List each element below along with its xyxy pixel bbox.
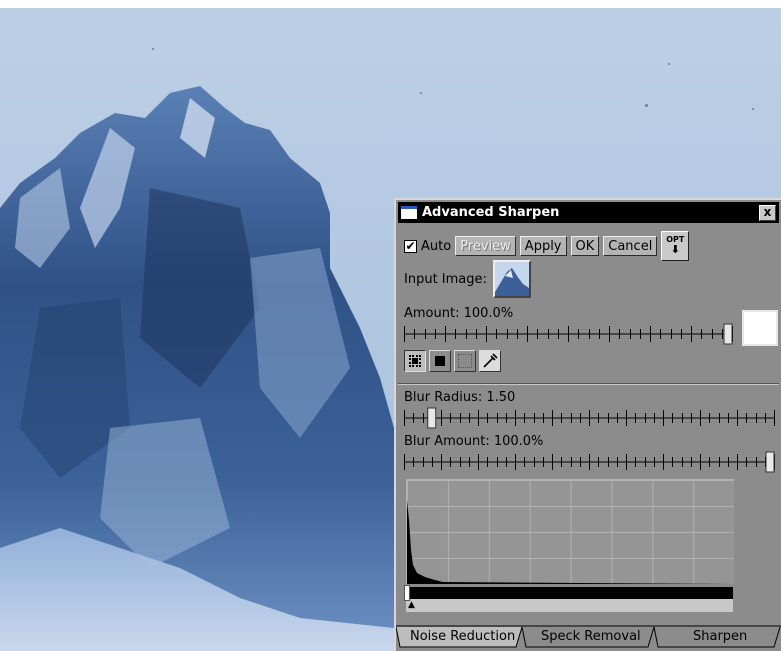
dialog-title: Advanced Sharpen: [422, 205, 560, 220]
level-bar-black: [406, 587, 733, 599]
histogram-curve: [407, 500, 734, 584]
eyedropper-icon: [483, 353, 498, 368]
close-button[interactable]: x: [759, 204, 776, 221]
slider-handle[interactable]: [427, 407, 437, 429]
blur-amount-label: Blur Amount: 100.0%: [404, 434, 544, 449]
preview-button[interactable]: Preview: [455, 236, 516, 256]
dialog-toolbar: ✔ Auto Preview Apply OK Cancel OPT ⬇: [404, 231, 690, 261]
color-swatch[interactable]: [742, 310, 778, 346]
close-icon: x: [763, 204, 772, 219]
tab-noise-reduction[interactable]: Noise Reduction: [410, 629, 515, 644]
opt-button[interactable]: OPT ⬇: [661, 231, 690, 261]
slider-handle[interactable]: [765, 451, 775, 473]
blur-radius-label: Blur Radius: 1.50: [404, 390, 516, 405]
ok-button[interactable]: OK: [570, 236, 600, 256]
mode-button-dotted[interactable]: [454, 350, 476, 372]
histogram-graph: [406, 479, 734, 584]
dialog-titlebar[interactable]: Advanced Sharpen x: [398, 202, 779, 223]
auto-label: Auto: [421, 238, 452, 254]
opt-arrow-icon: ⬇: [670, 243, 680, 256]
blur-amount-slider[interactable]: [404, 451, 776, 473]
section-divider: [398, 383, 779, 385]
cancel-button[interactable]: Cancel: [603, 236, 658, 256]
level-handle[interactable]: [404, 585, 410, 601]
thumbnail-image: [494, 262, 529, 296]
mode-buttons: [404, 350, 504, 372]
amount-slider[interactable]: [404, 323, 734, 345]
tab-speck-removal[interactable]: Speck Removal: [541, 629, 641, 644]
level-bar-gray[interactable]: ▲: [406, 599, 733, 612]
mode-button-solid[interactable]: [429, 350, 451, 372]
input-image-thumbnail[interactable]: [492, 260, 531, 298]
input-image-label: Input Image:: [404, 271, 487, 287]
mode-button-outline[interactable]: [404, 350, 426, 372]
tab-strip: Noise Reduction Speck Removal Sharpen: [396, 625, 781, 649]
advanced-sharpen-dialog: Advanced Sharpen x ✔ Auto Preview Apply …: [394, 198, 781, 651]
eyedropper-button[interactable]: [479, 350, 501, 372]
input-image-row: Input Image:: [404, 260, 531, 298]
apply-button[interactable]: Apply: [519, 236, 567, 256]
tab-sharpen[interactable]: Sharpen: [693, 629, 747, 644]
slider-handle[interactable]: [723, 323, 733, 345]
level-marker-icon[interactable]: ▲: [408, 600, 415, 610]
blur-radius-slider[interactable]: [404, 407, 776, 429]
window-icon: [401, 206, 417, 219]
auto-checkbox[interactable]: ✔: [404, 239, 417, 253]
amount-label: Amount: 100.0%: [404, 306, 514, 321]
